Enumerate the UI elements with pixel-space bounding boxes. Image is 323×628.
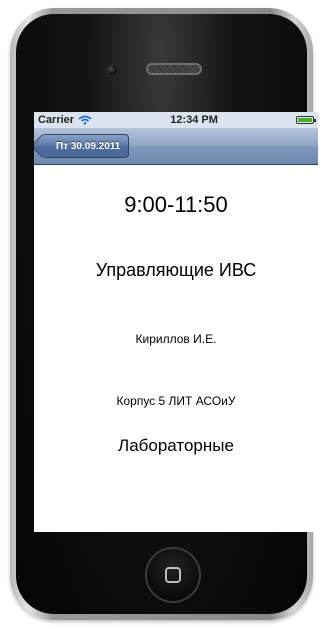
home-square-icon: [165, 567, 181, 583]
home-button[interactable]: [145, 547, 201, 603]
lesson-details: 9:00-11:50 Управляющие ИВС Кириллов И.Е.…: [34, 164, 318, 532]
app-screen: Carrier 12:34 PM Пт 30.09.2011 9:00-11:5…: [34, 112, 318, 532]
status-bar: Carrier 12:34 PM: [34, 112, 318, 128]
lesson-subject: Управляющие ИВС: [95, 260, 257, 280]
battery-icon: [296, 116, 316, 124]
status-left: Carrier: [38, 114, 92, 126]
lesson-time: 9:00-11:50: [124, 192, 228, 217]
back-button[interactable]: Пт 30.09.2011: [42, 134, 130, 158]
carrier-label: Carrier: [38, 114, 75, 126]
front-camera-icon: [106, 64, 118, 76]
earpiece-speaker: [146, 63, 202, 75]
back-button-label: Пт 30.09.2011: [56, 140, 121, 152]
status-time: 12:34 PM: [170, 114, 218, 126]
wifi-icon: [78, 115, 92, 125]
lesson-room: Корпус 5 ЛИТ АСОиУ: [116, 394, 236, 408]
lesson-type: Лабораторные: [118, 436, 234, 455]
navigation-bar: Пт 30.09.2011: [34, 128, 318, 165]
lesson-teacher: Кириллов И.Е.: [135, 332, 217, 346]
